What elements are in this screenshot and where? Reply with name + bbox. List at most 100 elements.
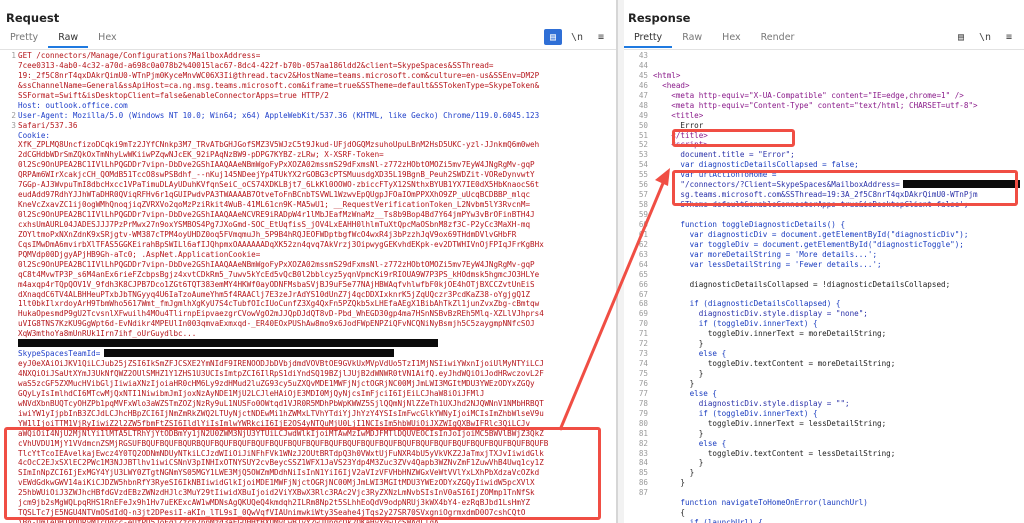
code-line: dXnaqdC6TV4ALBHHeuPTxbJbTNGyyq4U6IaTzoAu… [18,289,531,299]
pane-splitter[interactable] [617,0,624,523]
code-line: } [653,339,704,349]
line-number [0,250,16,260]
code-line: m4axqp4rTQpQOV1V_9fdh3K8CJPB7Dco1ZGt6TQT… [18,279,535,289]
code-line: var lessDetailString = 'Fewer details...… [653,259,882,269]
code-line: HukaOpesmdP9gU2TcvsnlXFwuilh4MOu4TlirnpE… [18,309,544,319]
code-line: <html> [653,70,681,80]
code-line: } [653,378,695,388]
code-line: function toggleDiagnosticDetails() { [653,219,846,229]
redaction-bar [18,339,438,348]
line-number: 3 [11,120,16,130]
code-line: var moreDetailString = 'More details...'… [653,249,878,259]
code-line: PQMVdp00DjgyAPjHB9Gh-aTc0; .AspNet.Appli… [18,249,261,259]
response-title: Response [628,11,691,25]
code-line [18,339,612,349]
line-number [624,498,648,508]
line-number: 66 [638,279,648,289]
line-number [0,210,16,220]
line-number: 43 [638,51,648,60]
newline-toggle-icon[interactable]: \n [976,29,994,45]
code-line: diagnosticDetailsCollapsed = !diagnostic… [653,279,951,289]
line-number: 63 [638,249,648,259]
line-number [0,160,16,170]
code-line: ZOYltmoPxNXnZdnK9xSRjgtv-WM387cTPM4oyUHD… [18,229,517,239]
line-number: 60 [638,219,648,229]
code-line: Safari/537.36 [18,120,78,130]
newline-toggle-icon[interactable]: \n [568,29,586,45]
line-number: 1 [11,51,16,60]
line-number: 58 [638,200,648,210]
menu-icon[interactable]: ≡ [1000,29,1018,45]
code-line: <head> [653,80,690,90]
code-line: else { [653,438,727,448]
tab-hex[interactable]: Hex [88,30,126,48]
menu-icon[interactable]: ≡ [592,29,610,45]
code-line: XqW3mthoYa8mUnRUk1Irn7ihf_oUrGuydlbc... [18,329,197,339]
line-number: 82 [638,438,648,448]
tab-render[interactable]: Render [751,30,805,48]
response-pane: Response Pretty Raw Hex Render ▤ \n ≡ 43… [624,0,1024,523]
line-number [0,101,16,111]
code-line: } [653,428,704,438]
code-line: 4NXQiOiJSaUtXYmJ3UkNfQWZ2OUlSMHZ1Y1ZHS1U… [18,369,544,378]
line-number: 74 [638,359,648,369]
code-line: toggleDiv.textContent = lessDetailString… [653,448,896,458]
line-number [0,369,16,379]
code-line: else { [653,349,727,359]
line-number: 64 [638,259,648,269]
line-number: 84 [638,458,648,468]
response-editor[interactable]: 43 44 45 46 47 48 49 50 51 52 53 54 55 56 57 58 59 60 61 62… [624,51,1024,523]
tab-pretty[interactable]: Pretty [0,30,48,48]
code-line: } [653,468,695,478]
tab-pretty[interactable]: Pretty [624,30,673,48]
code-line: var diagnosticDetailsCollapsed = false; [653,160,859,170]
highlight-box-request-token [4,427,601,520]
line-number: 57 [638,190,648,200]
code-line: XfK_ZPLMQ8UncfizoDCqki9mTz2JYfCNnkp3M7_T… [18,140,540,150]
code-line: } [653,458,704,468]
request-toolbar: ▤ \n ≡ [544,29,610,45]
code-line: <meta http-equiv="X-UA-Compatible" conte… [653,90,964,100]
tab-hex[interactable]: Hex [712,30,750,48]
code-line: } [653,478,686,488]
line-number: 46 [638,80,648,90]
tab-raw[interactable]: Raw [48,30,89,48]
code-line: var diagnosticDiv = document.getElementB… [653,229,969,239]
line-number [0,389,16,399]
line-number: 47 [638,90,648,100]
line-number [0,339,16,349]
line-number: 48 [638,100,648,110]
code-line: toggleDiv.textContent = moreDetailString… [653,359,896,369]
code-line: CqsIMwDmA6mvirbXlTFAS5GGKEirahBpSWILl6af… [18,239,544,249]
tab-raw[interactable]: Raw [672,30,712,48]
line-number [0,200,16,210]
wrap-icon[interactable]: ▤ [952,29,970,45]
code-line: toggleDiv.innerText = moreDetailString; [653,329,887,339]
line-number: 83 [638,448,648,458]
code-line: eyJ0eXAiOiJKV1QiLCJub25jZSI6IkSmZFJCSXE2… [18,359,544,369]
code-line: 0l2Sc9OnUPEA2BC1IVlLhPQGDDr7vipn-DbDve2G… [18,259,535,269]
inspector-icon[interactable]: ▤ [544,29,562,45]
highlight-box-document-title [672,129,795,147]
line-number: 78 [638,398,648,408]
code-line: 1lt0bkIlxrdoyArH9TbmWho5617Wmt_fmJgmlhXg… [18,299,540,309]
line-number: 76 [638,378,648,388]
line-number: 45 [638,70,648,80]
response-toolbar: ▤ \n ≡ [952,29,1018,45]
line-number: 61 [638,229,648,239]
line-number: 56 [638,180,648,190]
line-number [0,131,16,141]
code-line: function navigateToHomeOnError(launchUrl… [653,498,868,508]
code-line: diagnosticDiv.style.display = ""; [653,398,850,408]
code-line: diagnosticDiv.style.display = "none"; [653,309,868,319]
code-line: waS5zcGF5ZXMucHVibGljIiwiaXNzIjoiaHR0cHM… [18,378,535,388]
line-number [0,170,16,180]
line-number: 70 [638,319,648,329]
line-number [0,220,16,230]
code-line: Cookie: [18,130,55,140]
code-line: uVIG8TNS7KzKU9GgWpt6d-EvNdikr4MPEUlIn003… [18,319,535,329]
code-line: eudAdd97RdhYJJhWTaDHR0QViqRFHv6r1qGUIPwd… [18,190,531,200]
line-number: 67 [638,289,648,299]
